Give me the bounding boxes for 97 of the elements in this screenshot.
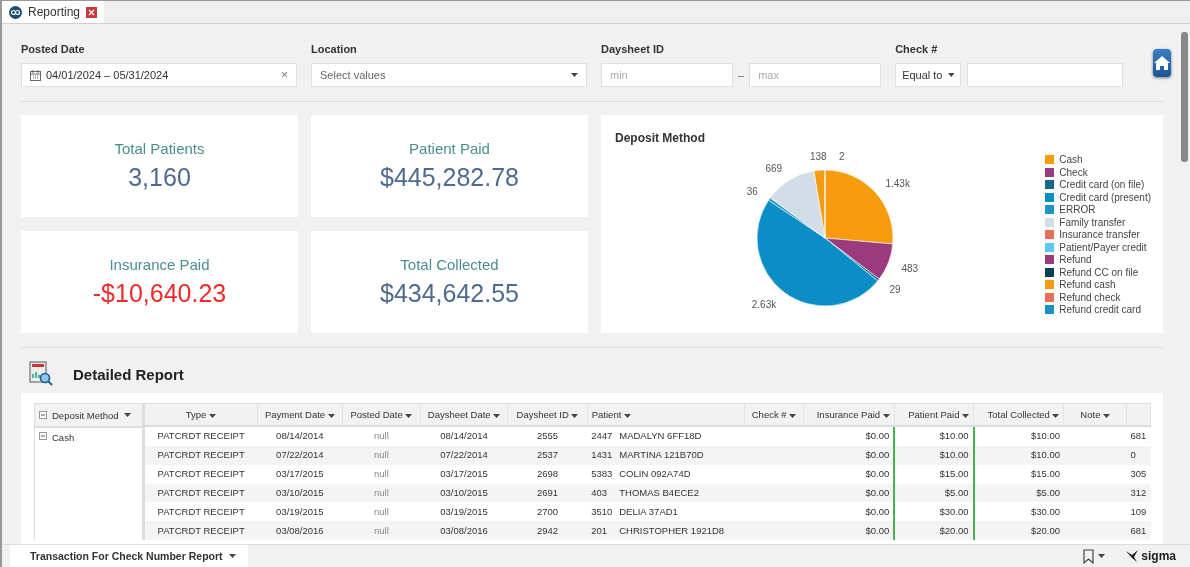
- data-label: 2: [838, 151, 845, 162]
- table-cell: PATCRDT RECEIPT: [145, 502, 258, 522]
- table-cell: 07/22/2014: [257, 445, 343, 465]
- table-cell: null: [342, 426, 421, 446]
- table-cell: 03/10/2015: [420, 483, 508, 503]
- kpi-value: 3,160: [128, 163, 191, 192]
- legend-label: Refund check: [1059, 291, 1121, 303]
- table-cell: $20.00: [894, 521, 974, 540]
- range-separator: –: [738, 69, 745, 81]
- table-cell: 312: [1126, 483, 1151, 503]
- table-cell: 03/08/2016: [257, 521, 343, 540]
- filter-label: Location: [311, 43, 358, 55]
- legend-label: Family transfer: [1059, 216, 1126, 228]
- patient-name: MADALYN 6FF18D: [619, 430, 702, 442]
- patient-name: COLIN 092A74D: [619, 468, 691, 480]
- table-cell: $0.00: [803, 445, 895, 465]
- legend-label: Refund: [1059, 254, 1092, 266]
- legend-label: Patient/Payer credit: [1059, 241, 1147, 253]
- data-label: 1.43k: [885, 177, 910, 189]
- table-cell: $0.00: [803, 521, 895, 540]
- data-label: 29: [889, 283, 901, 295]
- table-cell: null: [342, 445, 421, 465]
- legend-label: Insurance transfer: [1059, 229, 1140, 241]
- filter-label: Posted Date: [21, 43, 86, 55]
- table-cell: $20.00: [973, 521, 1064, 540]
- legend-label: ERROR: [1059, 204, 1096, 216]
- table-cell: 03/10/2015: [257, 483, 343, 503]
- filter-label: Check #: [895, 43, 939, 55]
- table-cell: PATCRDT RECEIPT: [145, 483, 258, 503]
- kpi-title: Patient Paid: [409, 140, 490, 157]
- table-cell: 2942: [507, 521, 588, 540]
- table-cell: 305: [1126, 464, 1151, 484]
- kpi-value: $434,642.55: [380, 279, 519, 308]
- table-cell: 07/22/2014: [420, 445, 508, 465]
- patient-id: 1431: [591, 448, 614, 463]
- filter-label: Daysheet ID: [601, 43, 665, 55]
- patient-id: 201: [591, 523, 609, 538]
- table-cell: 03/17/2015: [257, 464, 343, 484]
- table-cell: $0.00: [803, 464, 895, 484]
- legend-label: Credit card (present): [1059, 191, 1151, 203]
- table-cell: 03/19/2015: [420, 502, 508, 522]
- table-cell: PATCRDT RECEIPT: [145, 445, 258, 465]
- legend-label: Refund cash: [1059, 279, 1116, 291]
- legend-label: Cash: [1059, 154, 1083, 166]
- table-cell: 08/14/2014: [420, 426, 508, 446]
- table-cell: PATCRDT RECEIPT: [145, 464, 258, 484]
- patient-id: 3510: [591, 504, 614, 519]
- table-cell: 03/19/2015: [257, 502, 343, 522]
- table-cell: 08/14/2014: [257, 426, 343, 446]
- patient-id: 2447: [591, 429, 614, 444]
- table-cell: $0.00: [803, 483, 895, 503]
- patient-name: CHRISTOPHER 1921D8: [619, 524, 725, 536]
- table-cell: $0.00: [803, 502, 895, 522]
- kpi-title: Total Collected: [400, 256, 499, 273]
- kpi-value: -$10,640.23: [92, 279, 227, 308]
- table-cell: PATCRDT RECEIPT: [145, 426, 258, 446]
- table-cell: 2691: [507, 483, 588, 503]
- legend-label: Refund credit card: [1059, 304, 1141, 316]
- table-cell: $10.00: [973, 445, 1064, 465]
- data-label: 138: [809, 151, 827, 163]
- data-label: 669: [765, 163, 783, 175]
- brand-name: sigma: [1141, 549, 1176, 563]
- patient-id: 5383: [591, 467, 614, 482]
- kpi-title: Insurance Paid: [109, 256, 210, 273]
- legend-label: Refund CC on file: [1059, 266, 1139, 278]
- table-cell: $10.00: [894, 445, 974, 465]
- table-cell: $0.00: [803, 426, 895, 446]
- table-cell: 681: [1126, 521, 1151, 540]
- patient-name: THOMAS B4ECE2: [619, 486, 699, 498]
- legend-label: Check: [1059, 166, 1088, 178]
- patient-name: MARTINA 121B70D: [619, 449, 704, 461]
- table-cell: $5.00: [894, 483, 974, 503]
- table-cell: null: [342, 521, 421, 540]
- table-cell: 2700: [507, 502, 588, 522]
- patient-id: 403: [591, 485, 609, 500]
- table-cell: null: [342, 464, 421, 484]
- kpi-title: Total Patients: [114, 140, 205, 157]
- table-cell: 0: [1126, 445, 1151, 465]
- table-cell: 03/08/2016: [420, 521, 508, 540]
- table-cell: 2698: [507, 464, 588, 484]
- table-cell: 2537: [507, 445, 588, 465]
- kpi-value: $445,282.78: [380, 163, 519, 192]
- data-label: 483: [901, 262, 919, 274]
- table-cell: null: [342, 502, 421, 522]
- chart-title: Deposit Method: [615, 131, 706, 145]
- table-cell: 109: [1126, 502, 1151, 522]
- table-cell: PATCRDT RECEIPT: [145, 521, 258, 540]
- table-cell: 2555: [507, 426, 588, 446]
- data-label: 36: [746, 185, 758, 197]
- report-title: Detailed Report: [73, 365, 184, 383]
- table-cell: null: [342, 483, 421, 503]
- data-label: 2.63k: [751, 298, 777, 310]
- table-cell: $5.00: [973, 483, 1064, 503]
- table-cell: 03/17/2015: [420, 464, 508, 484]
- patient-name: DELIA 37AD1: [619, 505, 678, 517]
- table-cell: 681: [1126, 426, 1151, 446]
- legend-label: Credit card (on file): [1059, 179, 1145, 191]
